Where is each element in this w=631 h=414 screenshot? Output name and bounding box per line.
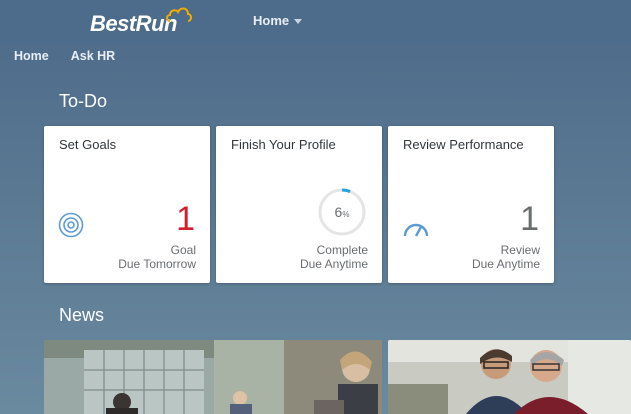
profile-percent: 6% bbox=[317, 187, 367, 237]
tile-due-date: Due Anytime bbox=[299, 257, 368, 271]
set-goals-tile[interactable]: Set Goals 1 Goal Due Tomorrow bbox=[44, 126, 210, 283]
news-image-office bbox=[44, 340, 382, 414]
news-tile-office[interactable] bbox=[44, 340, 382, 414]
finish-profile-tile[interactable]: Finish Your Profile 6% Complete Due Anyt… bbox=[216, 126, 382, 283]
target-icon bbox=[58, 212, 84, 238]
review-performance-tile[interactable]: Review Performance 1 Review Due Anytime bbox=[388, 126, 554, 283]
company-logo[interactable]: BestRun bbox=[90, 7, 192, 39]
home-menu-label: Home bbox=[253, 13, 290, 28]
tile-title: Review Performance bbox=[403, 137, 524, 152]
todo-section-title: To-Do bbox=[59, 91, 108, 111]
sub-navigation: Home Ask HR bbox=[14, 49, 115, 63]
cloud-icon bbox=[166, 7, 192, 22]
nav-home-link[interactable]: Home bbox=[14, 49, 49, 63]
tile-subtitle: Goal bbox=[170, 243, 196, 257]
goal-count: 1 bbox=[176, 200, 195, 238]
percent-value: 6 bbox=[334, 204, 343, 220]
tile-title: Finish Your Profile bbox=[231, 137, 336, 152]
tile-subtitle: Review bbox=[500, 243, 540, 257]
percent-sign: % bbox=[342, 209, 350, 219]
tile-title: Set Goals bbox=[59, 137, 117, 152]
tile-subtitle: Complete bbox=[316, 243, 368, 257]
review-count: 1 bbox=[520, 200, 539, 238]
speedometer-icon bbox=[403, 223, 429, 237]
nav-ask-hr-link[interactable]: Ask HR bbox=[71, 49, 115, 63]
tile-due-date: Due Tomorrow bbox=[118, 257, 196, 271]
news-image-meeting bbox=[388, 340, 631, 414]
tile-due-date: Due Anytime bbox=[471, 257, 540, 271]
news-tile-meeting[interactable] bbox=[388, 340, 631, 414]
home-menu-button[interactable]: Home bbox=[253, 13, 303, 28]
shell-bar: BestRun Home bbox=[0, 0, 631, 44]
chevron-down-icon bbox=[294, 19, 303, 24]
news-section-title: News bbox=[59, 305, 105, 325]
logo-text: BestRun bbox=[90, 11, 177, 36]
